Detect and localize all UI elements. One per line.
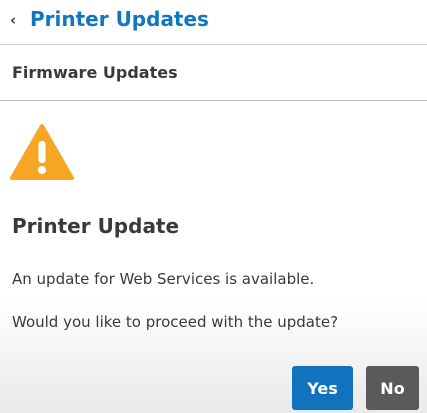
proceed-question: Would you like to proceed with the updat… <box>12 313 339 331</box>
warning-icon <box>10 124 74 180</box>
page-title[interactable]: Printer Updates <box>30 5 209 33</box>
no-button[interactable]: No <box>366 366 419 410</box>
dialog-title: Printer Update <box>12 214 180 238</box>
update-message: An update for Web Services is available. <box>12 270 315 288</box>
section-title: Firmware Updates <box>12 63 178 82</box>
yes-button[interactable]: Yes <box>292 366 353 410</box>
section-header: Firmware Updates <box>0 45 427 101</box>
header-bar: ‹ Printer Updates <box>0 0 427 45</box>
chevron-left-icon[interactable]: ‹ <box>10 10 30 30</box>
